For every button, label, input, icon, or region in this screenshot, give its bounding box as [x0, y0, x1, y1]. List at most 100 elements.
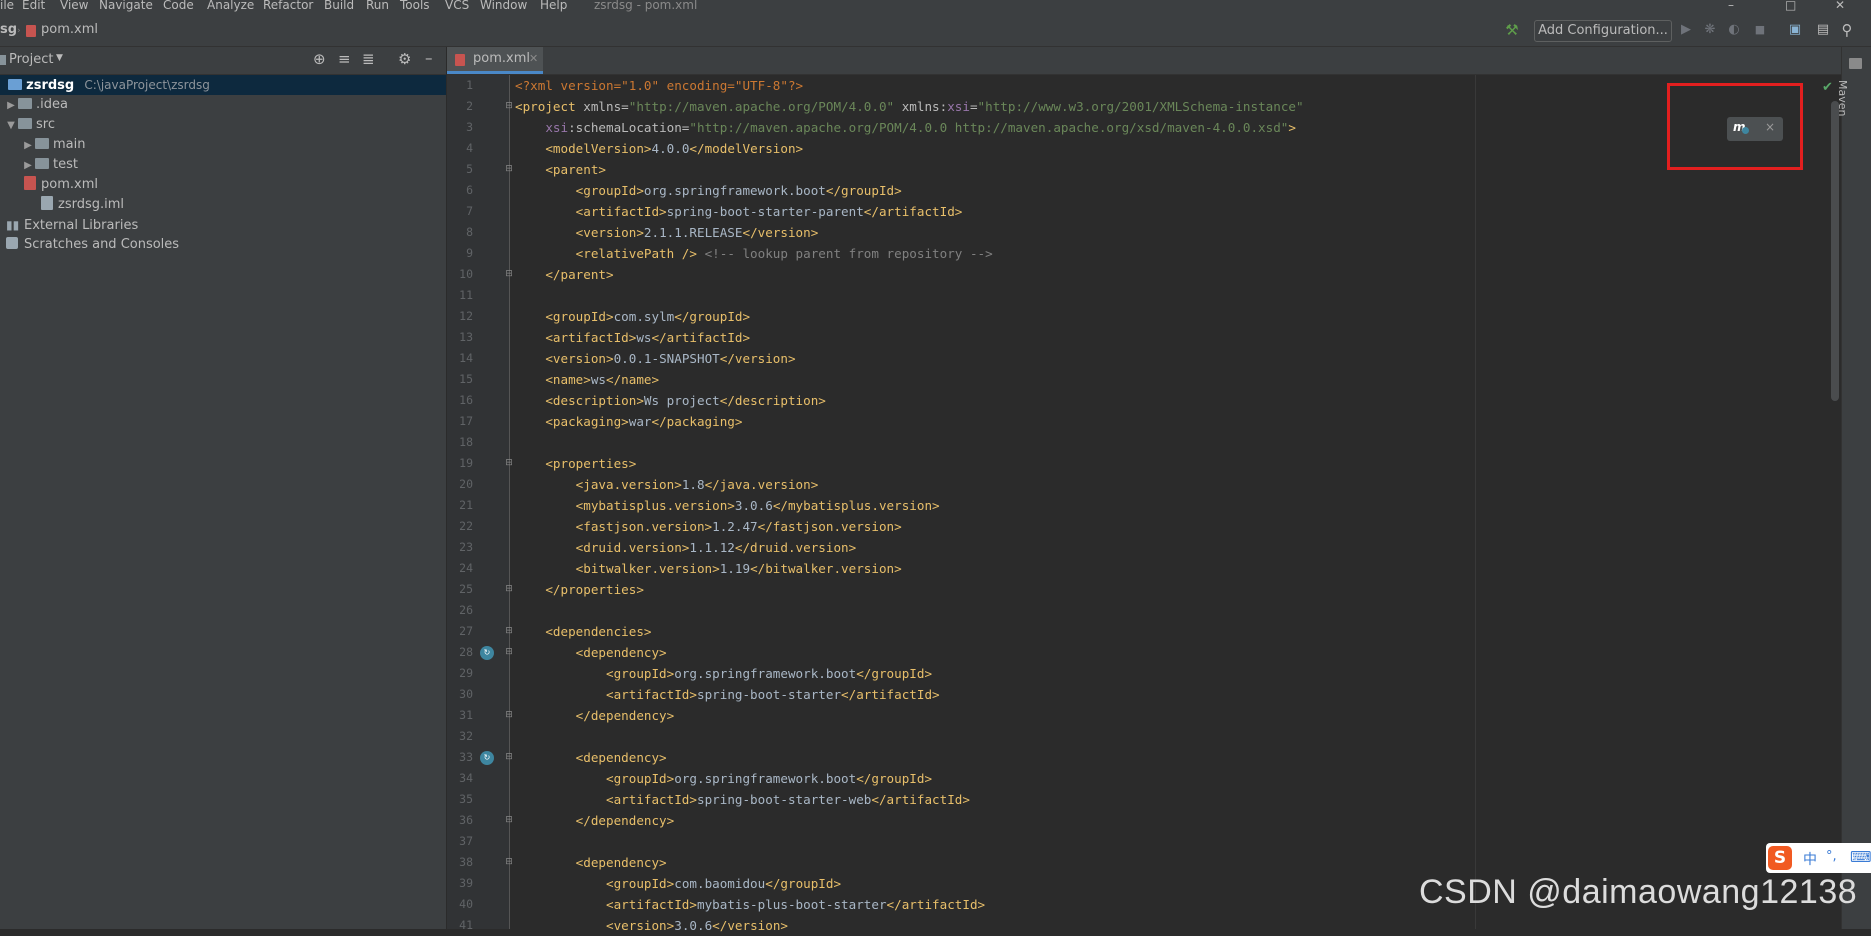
- layout-icon[interactable]: ▤: [1815, 22, 1831, 38]
- menu-analyze[interactable]: Analyze: [207, 0, 254, 11]
- run-icon[interactable]: ▶: [1678, 22, 1694, 38]
- close-tab-icon[interactable]: ✕: [529, 47, 538, 71]
- fold-marker-icon[interactable]: ⊟: [504, 816, 514, 826]
- chevron-down-icon[interactable]: ▼: [56, 53, 63, 63]
- fold-marker-icon[interactable]: ⊟: [504, 648, 514, 658]
- chevron-right-icon[interactable]: ▶: [21, 156, 35, 176]
- tree-item-zsrdsg[interactable]: zsrdsg C:\javaProject\zsrdsg: [0, 75, 446, 95]
- maven-file-icon: [24, 176, 36, 190]
- fold-marker-icon[interactable]: ⊟: [504, 459, 514, 469]
- breadcrumb-file[interactable]: pom.xml: [41, 22, 98, 37]
- hide-panel-icon[interactable]: –: [425, 49, 433, 67]
- fold-marker-icon[interactable]: ⊟: [504, 753, 514, 763]
- code-line: </properties>: [515, 579, 644, 600]
- project-structure-icon[interactable]: ▣: [1787, 22, 1803, 38]
- scratches-icon: [6, 237, 18, 249]
- locate-icon[interactable]: ⊕: [313, 50, 326, 68]
- breadcrumb-project[interactable]: sg: [0, 22, 17, 37]
- code-token: </artifactId>: [841, 687, 940, 702]
- collapse-all-icon[interactable]: ≣: [362, 50, 375, 68]
- expand-all-icon[interactable]: ≡: [338, 50, 351, 68]
- maven-tool-icon[interactable]: [1849, 58, 1862, 69]
- chevron-down-icon[interactable]: ▼: [4, 116, 18, 136]
- menu-view[interactable]: View: [60, 0, 88, 11]
- code-token: 1.8: [681, 477, 705, 492]
- chevron-right-icon[interactable]: ▶: [21, 136, 35, 156]
- add-configuration-button[interactable]: Add Configuration...: [1534, 20, 1672, 42]
- tree-item-idea[interactable]: ▶ .idea: [4, 95, 68, 115]
- hammer-icon[interactable]: ⚒: [1504, 22, 1520, 38]
- menu-edit[interactable]: Edit: [22, 0, 45, 11]
- stop-icon[interactable]: ■: [1752, 22, 1768, 38]
- code-line: <bitwalker.version>1.19</bitwalker.versi…: [515, 558, 902, 579]
- maximize-icon[interactable]: □: [1785, 0, 1796, 11]
- ime-punctuation-toggle[interactable]: °,: [1826, 849, 1837, 864]
- tree-item-pom[interactable]: pom.xml: [24, 175, 98, 195]
- highlight-box: [1667, 83, 1803, 170]
- fold-marker-icon[interactable]: ⊟: [504, 585, 514, 595]
- tree-item-external-libraries[interactable]: ▮▮ External Libraries: [6, 215, 138, 235]
- code-token: =: [969, 99, 978, 114]
- code-line: <dependency>: [515, 747, 667, 768]
- ime-toolbar[interactable]: S 中 °, ⌨: [1766, 843, 1871, 873]
- tab-pom-xml[interactable]: pom.xml ✕: [447, 47, 543, 74]
- fold-marker-icon[interactable]: ⊟: [504, 270, 514, 280]
- code-token: <groupId>: [515, 309, 614, 324]
- project-view-label[interactable]: Project: [9, 52, 53, 67]
- code-token: org.springframework.boot: [643, 183, 826, 198]
- tree-item-scratches[interactable]: Scratches and Consoles: [6, 235, 179, 255]
- code-token: ws: [636, 330, 652, 345]
- menu-tools[interactable]: Tools: [400, 0, 430, 11]
- line-number: 20: [459, 477, 473, 491]
- minimize-icon[interactable]: –: [1728, 0, 1734, 11]
- search-icon[interactable]: ⚲: [1839, 22, 1855, 38]
- code-line: <artifactId>spring-boot-starter-web</art…: [515, 789, 970, 810]
- gutter-divider: [509, 75, 510, 929]
- menu-window[interactable]: Window: [480, 0, 527, 11]
- inspection-ok-icon[interactable]: ✔: [1822, 80, 1833, 95]
- tree-item-main[interactable]: ▶ main: [21, 135, 85, 155]
- code-token: "http://www.w3.org/2001/XMLSchema-instan…: [977, 99, 1304, 114]
- menu-refactor[interactable]: Refactor: [263, 0, 313, 11]
- code-line: <fastjson.version>1.2.47</fastjson.versi…: [515, 516, 902, 537]
- project-tree: zsrdsg C:\javaProject\zsrdsg ▶ .idea ▼ src…: [0, 75, 446, 929]
- line-number: 25: [459, 582, 473, 596]
- menu-help[interactable]: Help: [540, 0, 567, 11]
- code-token: </packaging>: [651, 414, 743, 429]
- tree-item-src[interactable]: ▼ src: [4, 115, 55, 135]
- tree-item-test[interactable]: ▶ test: [21, 155, 78, 175]
- code-token: </druid.version>: [734, 540, 857, 555]
- code-editor[interactable]: 1 <?xml version="1.0" encoding="UTF-8"?> 2…: [447, 75, 1827, 933]
- keyboard-icon[interactable]: ⌨: [1850, 848, 1871, 866]
- code-token: <modelVersion>: [515, 141, 652, 156]
- sogou-logo-icon: S: [1768, 846, 1792, 870]
- fold-marker-icon[interactable]: ⊟: [504, 102, 514, 112]
- code-token: </groupId>: [856, 771, 933, 786]
- ime-language-toggle[interactable]: 中: [1803, 849, 1817, 869]
- fold-marker-icon[interactable]: ⊟: [504, 711, 514, 721]
- menu-run[interactable]: Run: [366, 0, 389, 11]
- menu-build[interactable]: Build: [324, 0, 354, 11]
- scrollbar-thumb[interactable]: [1831, 101, 1839, 401]
- fold-marker-icon[interactable]: ⊟: [504, 627, 514, 637]
- maven-dependency-gutter-icon[interactable]: ↻: [480, 646, 494, 660]
- fold-marker-icon[interactable]: ⊟: [504, 858, 514, 868]
- gear-icon[interactable]: ⚙: [398, 50, 411, 68]
- coverage-icon[interactable]: ◐: [1726, 22, 1742, 38]
- menu-navigate[interactable]: Navigate: [99, 0, 153, 11]
- breadcrumb-separator-icon: ›: [17, 26, 21, 36]
- maven-tool-tab[interactable]: Maven: [1836, 80, 1849, 120]
- menu-file[interactable]: ile: [0, 0, 14, 11]
- debug-icon[interactable]: ❋: [1702, 22, 1718, 38]
- code-token: </artifactId>: [886, 897, 986, 912]
- menu-code[interactable]: Code: [163, 0, 194, 11]
- chevron-right-icon[interactable]: ▶: [4, 96, 18, 116]
- code-token: "http://maven.apache.org/POM/4.0.0 http:…: [689, 120, 1289, 135]
- line-number: 29: [459, 666, 473, 680]
- maven-dependency-gutter-icon[interactable]: ↻: [480, 751, 494, 765]
- close-window-icon[interactable]: ✕: [1835, 0, 1845, 11]
- menu-vcs[interactable]: VCS: [445, 0, 469, 11]
- code-token: <artifactId>: [515, 330, 637, 345]
- tree-item-iml[interactable]: zsrdsg.iml: [41, 195, 124, 215]
- fold-marker-icon[interactable]: ⊟: [504, 165, 514, 175]
